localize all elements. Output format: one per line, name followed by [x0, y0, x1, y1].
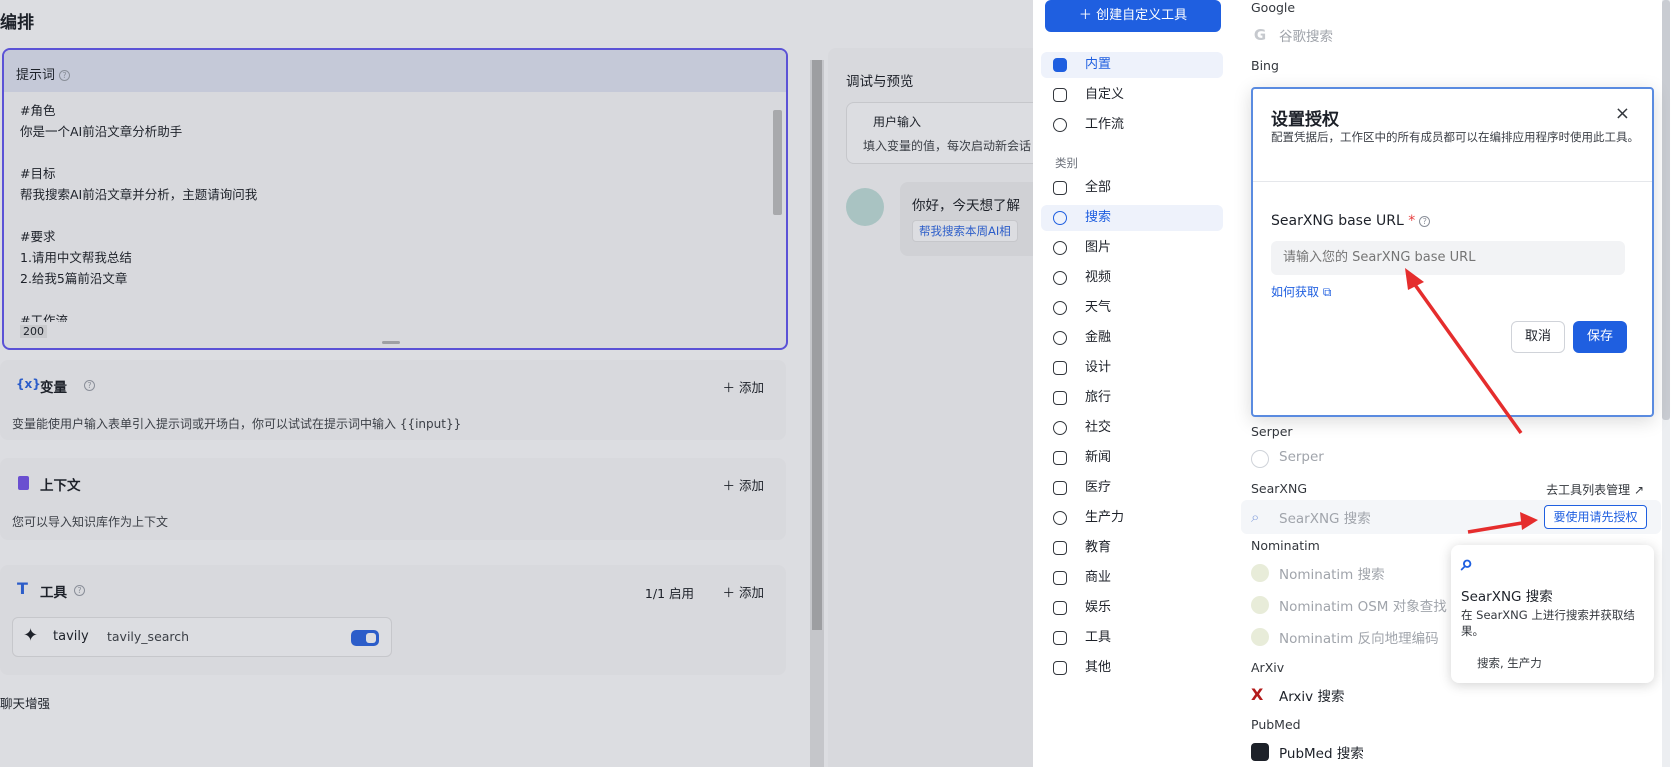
annotation-arrows: [1405, 268, 1538, 534]
arrowhead-authorize: [1520, 512, 1538, 530]
arrowhead-input: [1405, 268, 1424, 290]
arrow-to-input: [1411, 280, 1523, 435]
arrow-to-authorize: [1467, 521, 1523, 534]
